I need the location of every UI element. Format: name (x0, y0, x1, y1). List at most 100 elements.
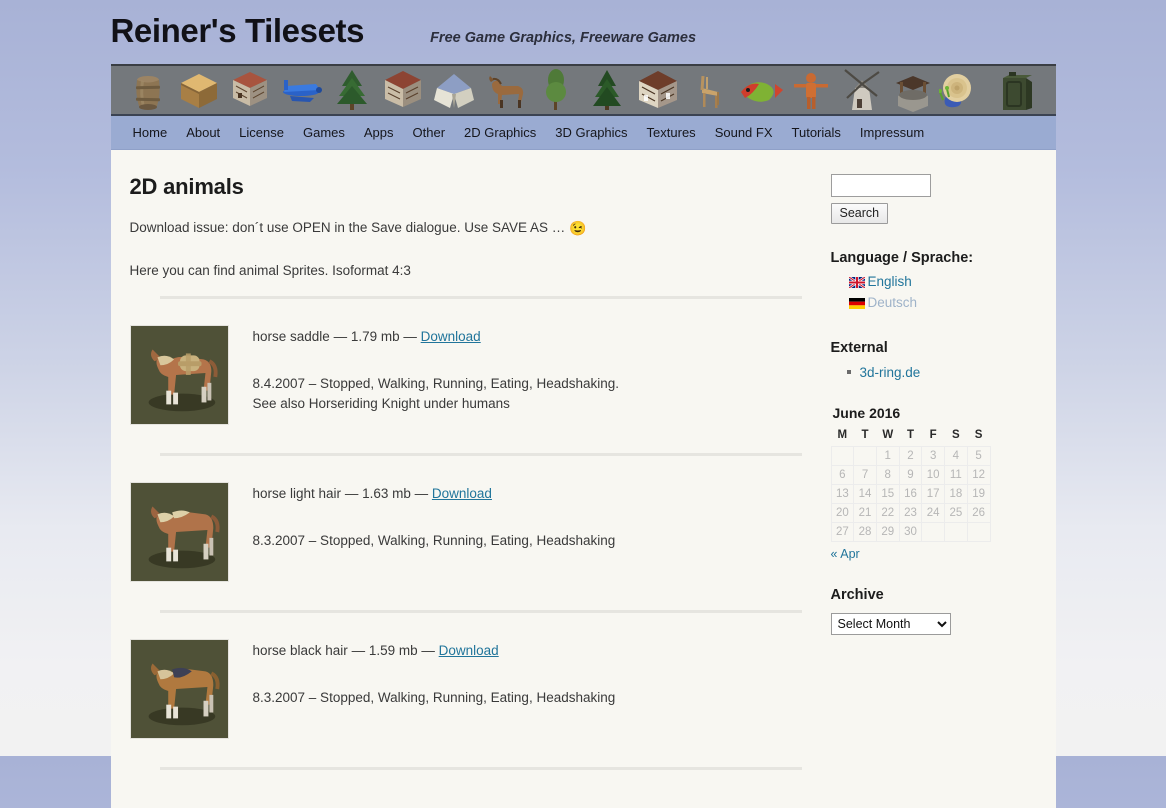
horse-saddle-thumbnail[interactable] (129, 325, 229, 425)
item-title-line: horse saddle — 1.79 mb — Download (253, 329, 783, 344)
calendar-day: 10 (921, 465, 946, 486)
language-widget: Language / Sprache: English Deutsch (831, 250, 1042, 314)
calendar-day: 20 (830, 503, 855, 524)
item-separator-2: — (414, 486, 429, 501)
content-divider (159, 453, 802, 456)
calendar-weekday: S (952, 429, 960, 442)
item-title-line: horse black hair — 1.59 mb — Download (253, 643, 783, 658)
diver-icon (786, 66, 836, 114)
calendar-prev-link[interactable]: « Apr (831, 547, 860, 561)
calendar-day: 4 (944, 446, 968, 467)
list-item: horse black hair — 1.59 mb — Download 8.… (129, 631, 783, 749)
calendar-day: 9 (898, 465, 923, 486)
calendar-day: 14 (853, 484, 877, 505)
external-link-3d-ring[interactable]: 3d-ring.de (860, 365, 921, 380)
calendar-day: 23 (898, 503, 923, 524)
search-widget: Search (830, 174, 1042, 224)
nav-item-other[interactable]: Other (413, 125, 446, 140)
archive-widget: Archive Select Month (830, 587, 1042, 636)
item-description-line-1: 8.3.2007 – Stopped, Walking, Running, Ea… (252, 690, 616, 705)
well-icon (888, 66, 938, 114)
calendar-nav: « Apr (831, 547, 1042, 561)
nav-item-2d-graphics[interactable]: 2D Graphics (464, 125, 536, 140)
download-link[interactable]: Download (439, 643, 499, 658)
download-link[interactable]: Download (421, 329, 481, 344)
item-description: 8.3.2007 – Stopped, Walking, Running, Ea… (253, 688, 783, 708)
content-divider (159, 767, 802, 770)
calendar-weekday: M (837, 429, 848, 442)
language-option-label: English (867, 274, 912, 289)
item-body: horse saddle — 1.79 mb — Download 8.4.20… (229, 325, 783, 425)
calendar-week-row: 13 14 15 16 17 18 19 (830, 484, 991, 505)
nav-item-sound-fx[interactable]: Sound FX (715, 125, 773, 140)
language-option-deutsch[interactable]: Deutsch (848, 293, 1042, 314)
jerrycan-icon (990, 66, 1040, 114)
calendar-week-row: 12345 (830, 446, 991, 467)
nav-item-impressum[interactable]: Impressum (860, 125, 924, 140)
barrel-icon (123, 66, 173, 114)
pine-tree-icon (327, 66, 377, 114)
crate-icon (174, 66, 224, 114)
nav-item-about[interactable]: About (186, 125, 220, 140)
snail-icon (938, 66, 989, 114)
download-notice-text: Download issue: don´t use OPEN in the Sa… (129, 220, 569, 235)
calendar-body: 1 2 3 4 5 6 7 8 9 10 11 12 13 14 15 16 17 18 19 20 21 22 23 24 2… (830, 446, 991, 543)
item-name: horse light hair (252, 486, 342, 501)
calendar-day: 7 (853, 465, 877, 486)
primary-navigation: Home About License Games Apps Other 2D G… (110, 116, 1056, 150)
item-size: 1.59 mb (368, 643, 418, 658)
pine-tree-3-icon (582, 66, 632, 114)
house-icon (633, 66, 683, 114)
calendar-day: 19 (966, 484, 991, 505)
item-name: horse black hair (252, 643, 348, 658)
language-option-english[interactable]: English (848, 272, 1042, 293)
nav-item-tutorials[interactable]: Tutorials (792, 125, 841, 140)
main-content: 2D animals Download issue: don´t use OPE… (111, 150, 811, 808)
calendar-day: 2 (898, 446, 923, 467)
item-description-line-1: 8.4.2007 – Stopped, Walking, Running, Ea… (252, 376, 620, 391)
horse-light-hair-thumbnail[interactable] (129, 482, 229, 582)
calendar-day: 13 (830, 484, 855, 505)
archive-widget-title: Archive (830, 587, 884, 604)
calendar-day: 12 (966, 465, 991, 486)
calendar-day: 11 (944, 465, 968, 486)
calendar-day-empty (830, 446, 855, 467)
calendar-day: 30 (898, 522, 923, 543)
calendar-week-row: 6 7 8 9 10 11 12 (830, 465, 991, 486)
nav-item-3d-graphics[interactable]: 3D Graphics (555, 125, 627, 140)
item-name: horse saddle (252, 329, 330, 344)
calendar-day: 29 (875, 522, 900, 543)
download-link[interactable]: Download (432, 486, 492, 501)
calendar-widget: June 2016 M T W T F S S 1 2 3 4 5 6 7 8 9 10 11 12 1… (831, 405, 1042, 561)
external-widget: External 3d-ring.de (831, 340, 1042, 384)
calendar-day: 28 (853, 522, 877, 543)
horse-black-hair-thumbnail[interactable] (129, 639, 229, 739)
external-links-list: 3d-ring.de (831, 362, 1042, 384)
calendar-day-empty (944, 522, 968, 543)
search-button[interactable]: Search (830, 203, 889, 224)
calendar-weekday: T (906, 429, 914, 442)
content-divider (159, 610, 802, 613)
search-input[interactable] (830, 174, 931, 197)
calendar-day: 1 (875, 446, 900, 467)
calendar-day: 15 (875, 484, 900, 505)
list-item: horse saddle — 1.79 mb — Download 8.4.20… (129, 317, 783, 435)
calendar-day: 24 (921, 503, 946, 524)
nav-item-games[interactable]: Games (303, 125, 345, 140)
site-title[interactable]: Reiner's Tilesets (111, 12, 365, 50)
nav-item-license[interactable]: License (239, 125, 284, 140)
intro-text: Here you can find animal Sprites. Isofor… (129, 263, 411, 278)
windmill-icon (837, 66, 887, 114)
content-divider (159, 296, 802, 299)
nav-item-home[interactable]: Home (133, 125, 168, 140)
banner-wrap (110, 64, 1056, 116)
soldier-icon (1041, 66, 1056, 114)
nav-item-apps[interactable]: Apps (364, 125, 394, 140)
item-body: horse light hair — 1.63 mb — Download 8.… (229, 482, 783, 582)
archive-month-select[interactable]: Select Month (830, 613, 951, 636)
calendar-day: 3 (921, 446, 946, 467)
download-notice: Download issue: don´t use OPEN in the Sa… (130, 218, 783, 239)
masthead: Reiner's Tilesets Free Game Graphics, Fr… (111, 0, 1056, 56)
item-separator: — (333, 329, 348, 344)
nav-item-textures[interactable]: Textures (647, 125, 696, 140)
